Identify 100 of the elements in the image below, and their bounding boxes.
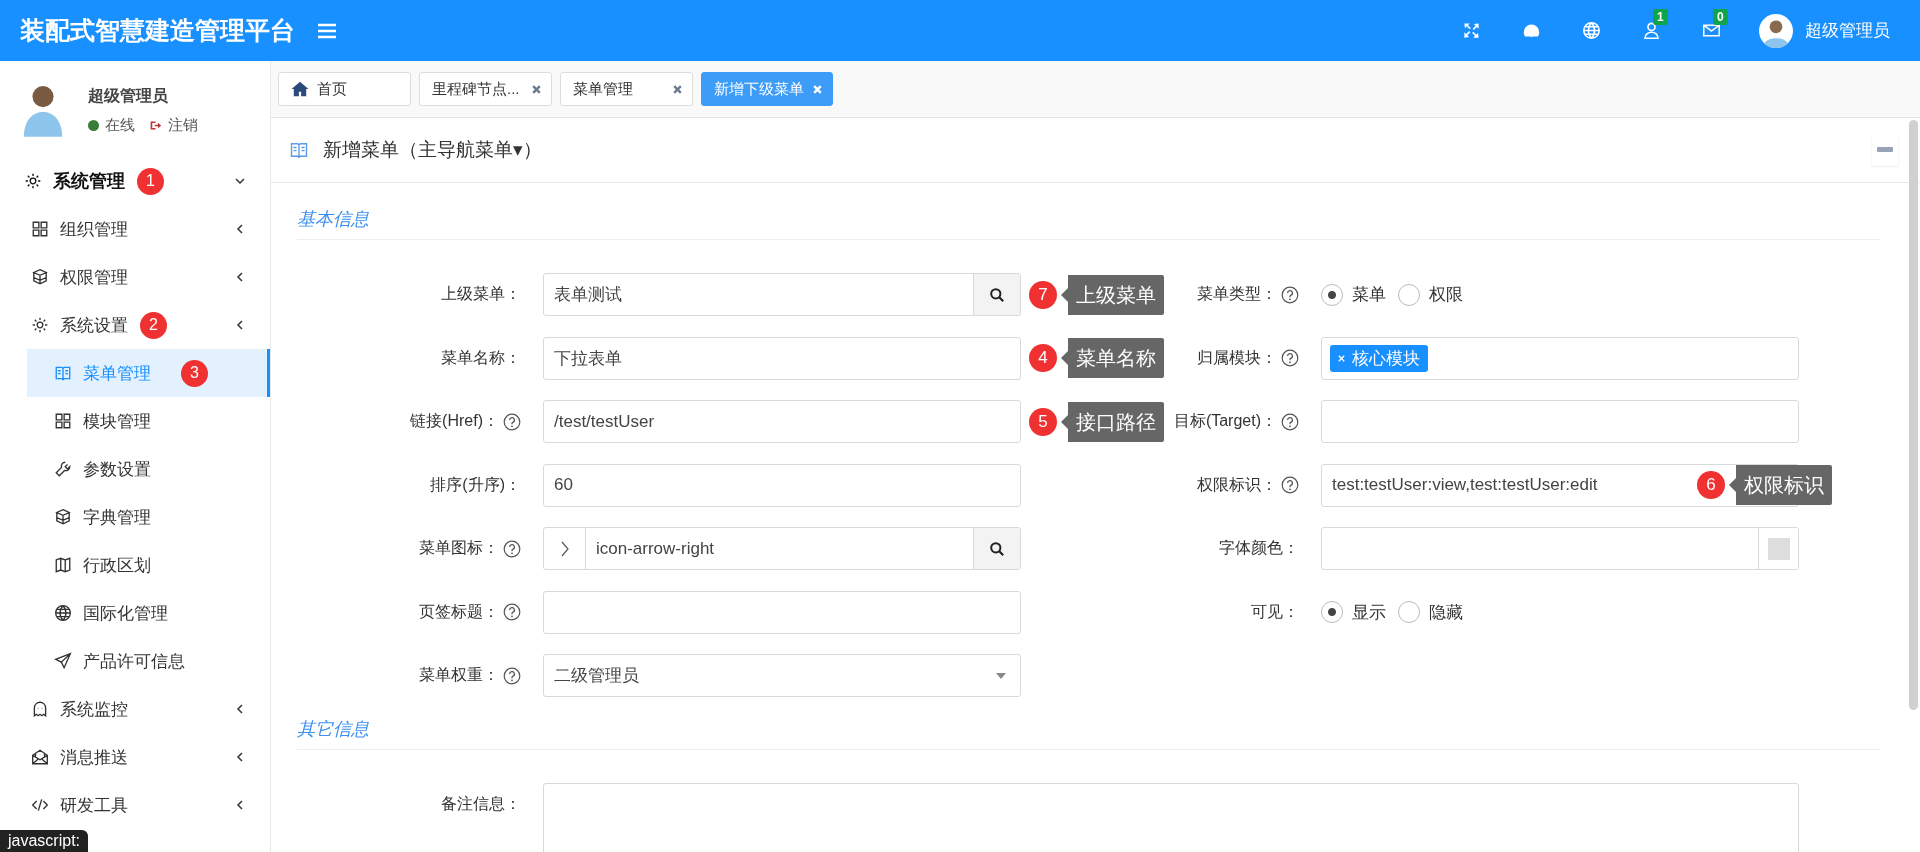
field-label: 菜单类型：	[1197, 284, 1277, 304]
field-label: 链接(Href)：	[410, 411, 499, 431]
help-icon[interactable]	[1281, 476, 1299, 494]
input-field[interactable]: 表单测试	[543, 273, 1021, 316]
paper-plane-icon	[54, 652, 72, 670]
radio-label[interactable]: 显示	[1352, 600, 1386, 624]
field-label: 备注信息：	[441, 794, 521, 814]
help-icon[interactable]	[1281, 285, 1299, 304]
count-badge: 0	[1713, 9, 1728, 25]
book-icon	[289, 140, 309, 160]
logout-icon[interactable]	[149, 118, 162, 132]
app-title: 装配式智慧建造管理平台	[20, 15, 295, 46]
envelope-icon	[31, 748, 49, 766]
help-icon[interactable]	[1281, 412, 1299, 431]
gear-icon	[24, 172, 42, 190]
menu-label: 模块管理	[83, 410, 151, 433]
radio-button[interactable]	[1398, 601, 1420, 623]
count-badge: 1	[1653, 9, 1668, 25]
input-field[interactable]: 下拉表单	[543, 336, 1021, 380]
gear-icon	[31, 316, 49, 334]
search-button[interactable]	[973, 274, 1020, 315]
menu-item[interactable]: 字典管理	[27, 493, 270, 541]
menu-label: 系统管理	[53, 170, 125, 193]
radio-label[interactable]: 权限	[1429, 283, 1463, 306]
menu-item[interactable]: 系统监控	[0, 685, 270, 733]
field-label: 菜单名称：	[441, 347, 521, 368]
avatar[interactable]	[1759, 13, 1793, 48]
input-field[interactable]: icon-arrow-right	[543, 527, 1021, 570]
menu-label: 消息推送	[60, 746, 128, 769]
help-icon[interactable]	[503, 539, 521, 558]
profile-name: 超级管理员	[88, 85, 169, 106]
scrollbar[interactable]	[1909, 120, 1918, 710]
color-field[interactable]	[1321, 527, 1799, 570]
number-marker: 1	[137, 167, 164, 195]
field-label: 字体颜色：	[1219, 538, 1299, 558]
menu-item[interactable]: 国际化管理	[27, 589, 270, 637]
menu-label: 研发工具	[60, 794, 128, 817]
menu-label: 菜单管理	[83, 362, 151, 385]
menu-label: 国际化管理	[83, 602, 168, 625]
globe-icon[interactable]	[1581, 21, 1601, 40]
minus-icon	[1877, 147, 1893, 153]
number-tooltip: 7	[1029, 280, 1057, 309]
input-field[interactable]: /test/testUser	[543, 400, 1021, 443]
tab[interactable]: 菜单管理	[560, 72, 693, 106]
user-icon[interactable]	[1641, 21, 1661, 40]
expand-icon[interactable]	[1461, 21, 1481, 40]
menu-icon[interactable]	[317, 22, 337, 39]
envelope-icon[interactable]	[1701, 21, 1721, 40]
collapse-button[interactable]	[1872, 134, 1898, 166]
section-title: 其它信息	[297, 717, 1880, 750]
help-icon[interactable]	[503, 412, 521, 431]
tab[interactable]: 首页	[278, 72, 411, 106]
field-label: 页签标题：	[419, 601, 499, 622]
search-button[interactable]	[973, 528, 1020, 569]
radio-button[interactable]	[1321, 601, 1343, 623]
chevron-right-icon	[559, 540, 570, 557]
menu-item[interactable]: 组织管理	[0, 205, 270, 253]
menu-group[interactable]: 系统管理 1	[0, 157, 270, 205]
field-label: 权限标识：	[1197, 474, 1277, 495]
radio-label[interactable]: 隐藏	[1429, 600, 1463, 624]
radio-button[interactable]	[1398, 283, 1420, 306]
field-label: 可见：	[1251, 601, 1299, 622]
help-icon[interactable]	[1281, 349, 1299, 367]
map-icon	[54, 556, 72, 574]
close-icon[interactable]	[531, 83, 542, 95]
menu-item[interactable]: 模块管理	[27, 397, 270, 445]
menu-item[interactable]: 参数设置	[27, 445, 270, 493]
menu-item[interactable]: 行政区划	[27, 541, 270, 589]
field-label: 菜单图标：	[419, 538, 499, 558]
number-marker: 2	[140, 311, 167, 339]
panel-title[interactable]: 新增菜单（主导航菜单▾）	[323, 137, 542, 163]
menu-item[interactable]: 系统设置 2	[0, 301, 270, 349]
wrench-icon	[54, 460, 72, 478]
menu-item[interactable]: 研发工具	[0, 781, 270, 829]
help-icon[interactable]	[503, 666, 521, 685]
select-field[interactable]: 二级管理员	[543, 654, 1021, 697]
menu-item[interactable]: 菜单管理 3	[27, 349, 270, 397]
field-label: 排序(升序)：	[430, 474, 521, 495]
book-icon	[54, 364, 72, 382]
grid-icon	[54, 412, 72, 430]
input-field[interactable]	[543, 590, 1021, 634]
input-field[interactable]: 60	[543, 463, 1021, 507]
cubes-icon	[54, 508, 72, 526]
number-marker: 3	[181, 359, 208, 387]
input-field[interactable]	[1321, 400, 1799, 443]
tab[interactable]: 里程碑节点...	[419, 72, 552, 106]
logout-link[interactable]: 注销	[168, 115, 198, 135]
menu-item[interactable]: 消息推送	[0, 733, 270, 781]
close-icon[interactable]	[672, 83, 683, 95]
color-picker-button[interactable]	[1758, 528, 1798, 569]
globe-icon	[54, 604, 72, 622]
menu-label: 参数设置	[83, 458, 151, 481]
field-label: 上级菜单：	[441, 284, 521, 304]
radio-button[interactable]	[1321, 283, 1343, 306]
help-icon[interactable]	[503, 603, 521, 621]
radio-label[interactable]: 菜单	[1352, 283, 1386, 306]
menu-label: 组织管理	[60, 218, 128, 241]
menu-label: 系统设置	[60, 314, 128, 337]
menu-item[interactable]: 产品许可信息	[27, 637, 270, 685]
menu-item[interactable]: 权限管理	[0, 253, 270, 301]
